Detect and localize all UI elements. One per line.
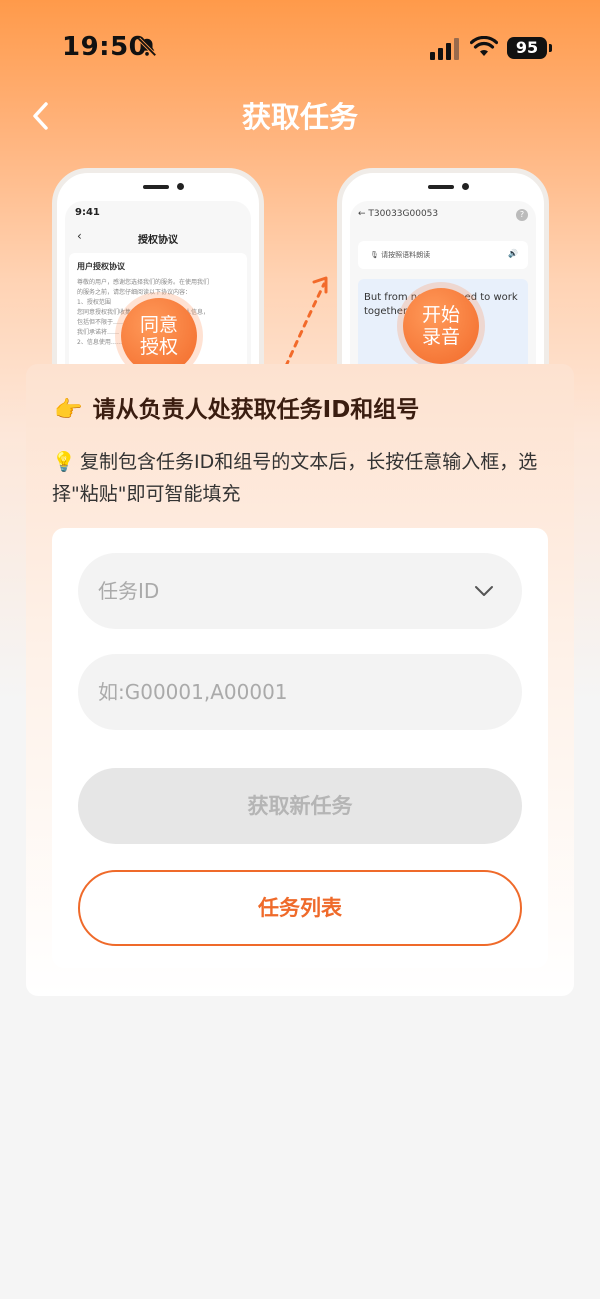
mockup-speaker-icon: 🔊 [508,249,518,258]
status-time: 19:50 [62,32,148,62]
task-list-button[interactable]: 任务列表 [78,870,522,946]
mockup-card-line: 尊敬的用户，感谢您选择我们的服务。在使用我们 [77,279,210,286]
group-number-placeholder: 如:G00001,A00001 [98,680,288,704]
start-recording-badge: 开始 录音 [403,288,479,364]
battery-indicator: 95 [507,37,552,59]
group-number-input[interactable]: 如:G00001,A00001 [78,654,522,730]
badge-line: 同意 [139,314,178,336]
mockup-card-line: 的服务之前，请您仔细阅读以下协议内容： [77,289,192,296]
cellular-signal-icon [430,38,459,60]
task-id-placeholder: 任务ID [98,579,160,603]
paste-hint: 💡 复制包含任务ID和组号的文本后，长按任意输入框，选择"粘贴"即可智能填充 [52,446,542,510]
task-id-select[interactable]: 任务ID [78,553,522,629]
pointing-hand-icon: 👉 [54,397,83,423]
get-new-task-button[interactable]: 获取新任务 [78,768,522,844]
mockup-title: 授权协议 [138,235,178,246]
badge-line: 授权 [139,336,178,358]
mockup-card-heading: 用户授权协议 [77,262,125,271]
badge-line: 开始 [421,304,460,326]
mockup-prompt-bar: 🎙 请按照语料朗读 🔊 [358,241,528,269]
mockup-time: 9:41 [75,207,100,218]
wifi-icon [470,36,498,56]
phone-camera [462,183,469,190]
badge-line: 录音 [421,326,460,348]
section-heading-text: 请从负责人处获取任务ID和组号 [92,397,420,423]
section-heading: 👉 请从负责人处获取任务ID和组号 [54,390,419,424]
dashed-arrow-icon [284,276,328,368]
mockup-task-id: ← T30033G00053 [358,209,439,219]
lightbulb-icon: 💡 [52,451,76,473]
phone-speaker [143,185,169,189]
mockup-help-icon: ? [516,209,528,221]
mockup-task-id-text: T30033G00053 [368,209,439,219]
phone-camera [177,183,184,190]
page-title: 获取任务 [241,100,358,134]
agree-authorize-badge: 同意 授权 [121,298,197,374]
mockup-prompt-text: 请按照语料朗读 [381,251,431,259]
chevron-down-icon [475,586,493,596]
mockup-mic-icon: 🎙 [370,251,379,259]
paste-hint-text: 复制包含任务ID和组号的文本后，长按任意输入框，选择"粘贴"即可智能填充 [52,451,538,505]
phone-speaker [428,185,454,189]
bell-muted-icon [137,37,157,57]
status-bar: 19:50 95 [0,0,600,96]
